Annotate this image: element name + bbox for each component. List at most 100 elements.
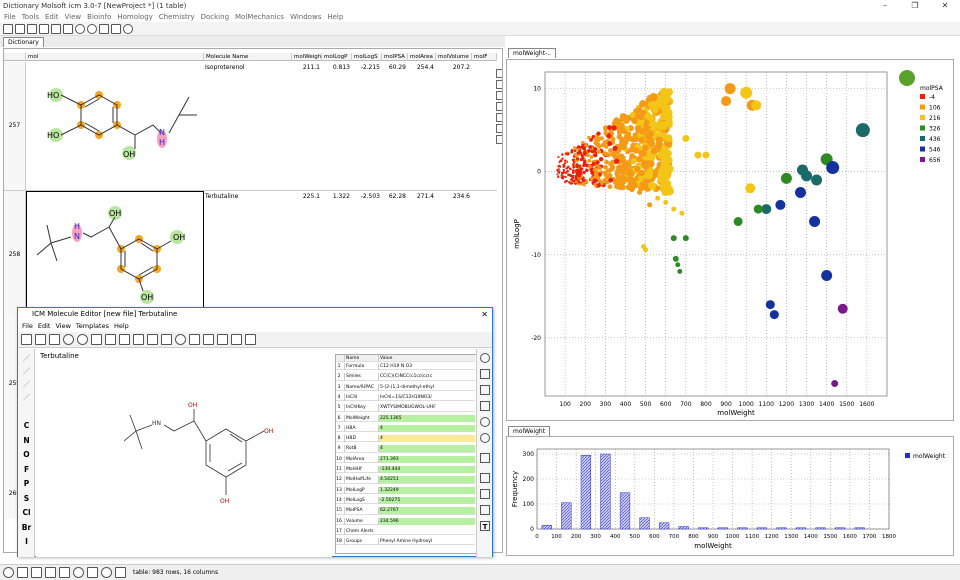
scatter-point[interactable] [642,125,650,132]
prop-value[interactable]: 225.1365 [378,414,475,422]
plus-minus-icon[interactable] [480,489,490,499]
scatter-point[interactable] [646,172,653,180]
menu-help[interactable]: Help [325,12,347,22]
scatter-point[interactable] [576,151,580,155]
scatter-point[interactable] [664,187,673,196]
scatter-point[interactable] [570,148,574,152]
header-mollogs[interactable]: molLogS [352,53,382,61]
scatter-point[interactable] [581,146,586,150]
prop-row[interactable]: 1 Formula C12 H19 N O3 [336,363,475,371]
ring-icon[interactable] [480,417,490,427]
prop-value[interactable]: 234.596 [378,517,475,525]
scatter-point[interactable] [566,165,570,169]
editor-menu-view[interactable]: View [54,321,74,331]
stereo-icon[interactable] [189,334,200,345]
scatter-point[interactable] [578,168,582,172]
scatter-point[interactable] [596,149,602,154]
prop-row[interactable]: 5 InChIKey XWTYSIMOBUGWOL-UHF [336,404,475,412]
undo-icon[interactable] [63,334,74,345]
print-icon[interactable] [39,23,49,34]
sort-icon[interactable] [496,91,502,100]
scatter-point[interactable] [650,93,658,101]
scatter-point[interactable] [600,142,605,148]
editor-menu-help[interactable]: Help [113,321,133,331]
prop-row[interactable]: 14 MolLogS -2.50275 [336,496,475,505]
prop-value[interactable]: CC(C)(C)NCC(c1cc(cc(c [378,373,475,381]
scatter-point[interactable] [664,112,673,121]
editor-close-icon[interactable]: ✕ [481,310,488,319]
scatter-point[interactable] [611,125,617,131]
scatter-point[interactable] [740,86,753,99]
scatter-point[interactable] [654,122,663,130]
scatter-point[interactable] [623,134,630,141]
square-icon[interactable] [480,385,490,395]
circle-icon[interactable] [480,433,490,443]
prop-row[interactable]: 17 Chem Alerts [336,527,475,536]
scatter-point[interactable] [606,133,612,139]
histogram-bar[interactable] [698,527,709,530]
minimize-icon[interactable]: – [870,0,900,12]
histogram-bar[interactable] [756,527,768,530]
redo-icon[interactable] [87,23,97,34]
cell-molpsa[interactable]: 60.29 [382,64,406,71]
tab-histogram[interactable]: molWeight [508,426,551,436]
menu-docking[interactable]: Docking [199,12,233,22]
scatter-point[interactable] [663,199,669,205]
tab-dictionary[interactable]: Dictionary [3,37,44,47]
prop-value[interactable]: 1.32249 [378,486,475,494]
prop-row[interactable]: 12 MolHalfLife 4.54251 [336,476,475,484]
atom-n[interactable]: N [18,436,35,445]
histogram-panel[interactable]: 0 100 200 300 400 500 600 700 800 900 1000 1100 1200… [506,436,954,556]
scatter-point[interactable] [769,310,779,320]
histogram-bar[interactable] [854,527,865,530]
scatter-point[interactable] [593,178,598,183]
paste-icon[interactable] [119,334,130,345]
histogram-bar[interactable] [600,453,611,530]
table-icon[interactable] [51,23,61,34]
prop-value[interactable]: 4.54251 [378,476,475,484]
prop-row[interactable]: 10 MolArea 271.393 [336,455,475,464]
pentagon-icon[interactable] [480,401,490,411]
font-icon[interactable] [203,334,214,345]
histogram-bar[interactable] [561,502,572,530]
prop-value[interactable]: 5-(2-(1,1-dimethyl-ethyl [378,383,475,391]
header-molvolume[interactable]: molVolume [436,53,472,61]
scatter-point[interactable] [556,173,559,176]
image-icon[interactable] [45,567,56,578]
histogram-bar[interactable] [776,527,787,530]
scatter-point[interactable] [765,300,775,310]
prop-row[interactable]: 8 HBD 4 [336,435,475,443]
scatter-point[interactable] [702,151,710,159]
scatter-point[interactable] [581,140,585,145]
molecule-editor-window[interactable]: ICM Molecule Editor [new file] Terbutali… [17,307,493,557]
scatter-point[interactable] [588,145,592,149]
cell-molarea[interactable]: 254.4 [408,64,434,71]
scatter-point[interactable] [603,164,608,170]
header-mollogp[interactable]: molLogP [322,53,352,61]
scatter-point[interactable] [568,181,571,184]
scatter-point[interactable] [587,158,592,163]
scatter-point[interactable] [636,155,643,163]
scatter-point[interactable] [556,170,559,173]
prop-row[interactable]: 3 Name/IUPAC 5-(2-(1,1-dimethyl-ethyl [336,383,475,391]
scatter-point[interactable] [571,158,575,162]
header-name[interactable]: Molecule Name [204,53,292,61]
console-icon[interactable] [17,567,28,578]
scatter-point[interactable] [614,158,620,164]
scatter-point[interactable] [801,170,813,182]
histogram-bar[interactable] [658,522,670,530]
charge-icon[interactable] [480,453,490,463]
restore-icon[interactable]: ❐ [900,0,930,12]
scatter-point[interactable] [564,171,568,175]
help-icon[interactable] [123,23,133,34]
scatter-point[interactable] [612,118,618,125]
scatter-point[interactable] [660,181,667,188]
menu-homology[interactable]: Homology [115,12,156,22]
table-icon[interactable] [231,334,242,345]
scatter-point[interactable] [574,177,578,181]
atom-s[interactable]: S [18,494,35,503]
prop-row[interactable]: 4 InChI InChI=1S/C12H19NO3/ [336,393,475,402]
settings-icon[interactable] [63,23,73,34]
header-molarea[interactable]: molArea [408,53,436,61]
histogram-bar[interactable] [795,527,807,530]
